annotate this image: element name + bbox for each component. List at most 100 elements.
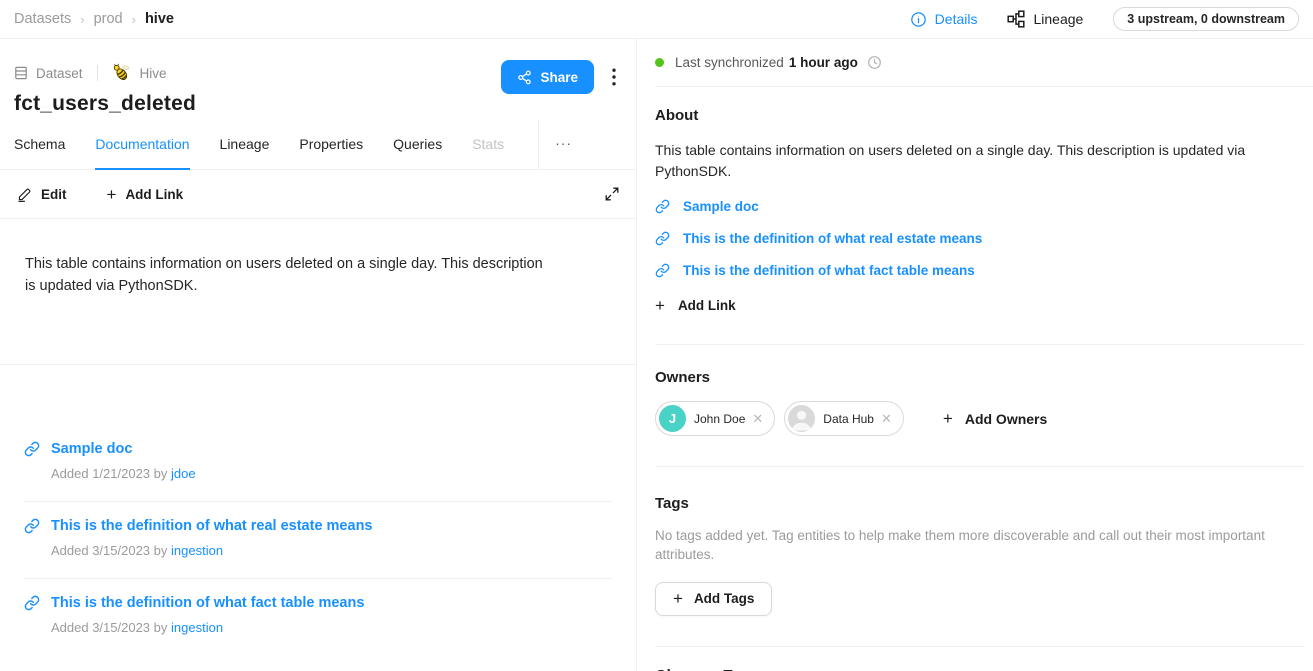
tab-documentation[interactable]: Documentation [95, 119, 189, 170]
divider [97, 65, 98, 81]
sync-status: Last synchronized 1 hour ago [655, 39, 1313, 87]
dataset-icon [14, 66, 28, 80]
lineage-icon [1007, 10, 1025, 28]
tags-section: Tags No tags added yet. Tag entities to … [655, 467, 1313, 616]
doc-link[interactable]: This is the definition of what fact tabl… [655, 263, 1291, 278]
doc-link[interactable]: This is the definition of what real esta… [24, 518, 612, 534]
lineage-button[interactable]: Lineage [1007, 10, 1083, 28]
entity-sidebar: Last synchronized 1 hour ago About This … [637, 39, 1313, 671]
doc-link[interactable]: Sample doc [655, 199, 1291, 214]
user-link[interactable]: ingestion [171, 543, 223, 558]
about-links: Sample doc This is the definition of wha… [655, 199, 1291, 278]
breadcrumb-item-prod[interactable]: prod [94, 11, 123, 27]
link-icon [655, 199, 670, 214]
about-heading: About [655, 107, 1291, 124]
link-icon [24, 518, 40, 534]
details-button[interactable]: Details [910, 11, 978, 28]
details-label: Details [935, 11, 978, 27]
list-item: Sample doc Added 1/21/2023 by jdoe [24, 425, 612, 501]
added-text: Added 1/21/2023 by [51, 466, 167, 481]
add-link-label: Add Link [125, 187, 183, 202]
tab-properties[interactable]: Properties [299, 119, 363, 170]
about-section: About This table contains information on… [655, 87, 1313, 314]
doc-link[interactable]: This is the definition of what real esta… [655, 231, 1291, 246]
share-icon [517, 70, 532, 85]
plus-icon: + [943, 410, 953, 427]
divider [0, 364, 636, 365]
sync-dot-icon [655, 58, 664, 67]
glossary-heading: Glossary Terms [655, 667, 1291, 671]
platform-label: Hive [140, 66, 167, 81]
close-icon[interactable]: ✕ [752, 412, 763, 425]
owner-name: Data Hub [823, 412, 874, 426]
tab-queries[interactable]: Queries [393, 119, 442, 170]
expand-icon [605, 187, 619, 201]
tags-empty-text: No tags added yet. Tag entities to help … [655, 527, 1291, 565]
doc-link-title: This is the definition of what fact tabl… [51, 595, 364, 611]
doc-link[interactable]: This is the definition of what fact tabl… [24, 595, 612, 611]
entity-header: Dataset Hive fct_users_deleted [0, 39, 636, 119]
doc-link-meta: Added 3/15/2023 by ingestion [51, 543, 612, 558]
link-icon [24, 441, 40, 457]
doc-link[interactable]: Sample doc [24, 441, 612, 457]
chevron-right-icon: › [132, 12, 136, 27]
kebab-icon [612, 68, 616, 86]
close-icon[interactable]: ✕ [881, 412, 892, 425]
glossary-section: Glossary Terms No terms added yet. Apply… [655, 647, 1313, 671]
add-owners-label: Add Owners [965, 411, 1047, 427]
tab-schema[interactable]: Schema [14, 119, 65, 170]
avatar: J [659, 405, 686, 432]
doc-link-title: Sample doc [51, 441, 132, 457]
user-link[interactable]: jdoe [171, 466, 196, 481]
doc-link-meta: Added 3/15/2023 by ingestion [51, 620, 612, 635]
more-options-button[interactable] [606, 64, 622, 90]
documentation-toolbar: Edit + Add Link [0, 170, 636, 219]
lineage-count-badge[interactable]: 3 upstream, 0 downstream [1113, 7, 1299, 31]
add-owners-button[interactable]: + Add Owners [943, 410, 1047, 427]
added-text: Added 3/15/2023 by [51, 620, 167, 635]
tab-more[interactable]: ··· [539, 119, 588, 169]
documentation-description: This table contains information on users… [0, 219, 572, 298]
top-header: Datasets › prod › hive Details [0, 0, 1313, 39]
tags-heading: Tags [655, 495, 1291, 512]
info-icon [910, 11, 927, 28]
owner-pill[interactable]: J John Doe ✕ [655, 401, 775, 436]
link-icon [24, 595, 40, 611]
plus-icon: + [107, 186, 117, 203]
hive-logo [112, 63, 132, 83]
entity-type-label: Dataset [36, 66, 83, 81]
share-button[interactable]: Share [501, 60, 594, 94]
page-title: fct_users_deleted [14, 92, 620, 116]
owner-name: John Doe [694, 412, 745, 426]
tab-lineage[interactable]: Lineage [220, 119, 270, 170]
share-label: Share [540, 70, 578, 85]
documentation-links-list: Sample doc Added 1/21/2023 by jdoe This … [0, 425, 636, 655]
link-icon [655, 231, 670, 246]
link-icon [655, 263, 670, 278]
entity-panel: Dataset Hive fct_users_deleted [0, 39, 637, 671]
header-actions: Share [501, 60, 622, 94]
add-link-button[interactable]: + Add Link [655, 297, 736, 314]
add-link-button[interactable]: + Add Link [107, 186, 184, 203]
lineage-label: Lineage [1033, 11, 1083, 27]
avatar [788, 405, 815, 432]
add-link-label: Add Link [678, 298, 736, 313]
about-description: This table contains information on users… [655, 140, 1291, 182]
breadcrumb-item-hive[interactable]: hive [145, 11, 174, 27]
owner-pill[interactable]: Data Hub ✕ [784, 401, 904, 436]
owners-heading: Owners [655, 369, 1291, 386]
edit-label: Edit [41, 187, 67, 202]
add-tags-button[interactable]: + Add Tags [655, 582, 772, 616]
edit-button[interactable]: Edit [17, 187, 67, 202]
user-link[interactable]: ingestion [171, 620, 223, 635]
sync-label: Last synchronized [675, 55, 784, 70]
topbar-actions: Details Lineage 3 upstream, 0 downstream [910, 7, 1299, 31]
chevron-right-icon: › [80, 12, 84, 27]
doc-link-meta: Added 1/21/2023 by jdoe [51, 466, 612, 481]
list-item: This is the definition of what real esta… [24, 501, 612, 578]
breadcrumb-item-datasets[interactable]: Datasets [14, 11, 71, 27]
plus-icon: + [673, 590, 683, 607]
clock-icon [867, 55, 882, 70]
expand-button[interactable] [605, 187, 619, 201]
list-item: This is the definition of what fact tabl… [24, 578, 612, 655]
